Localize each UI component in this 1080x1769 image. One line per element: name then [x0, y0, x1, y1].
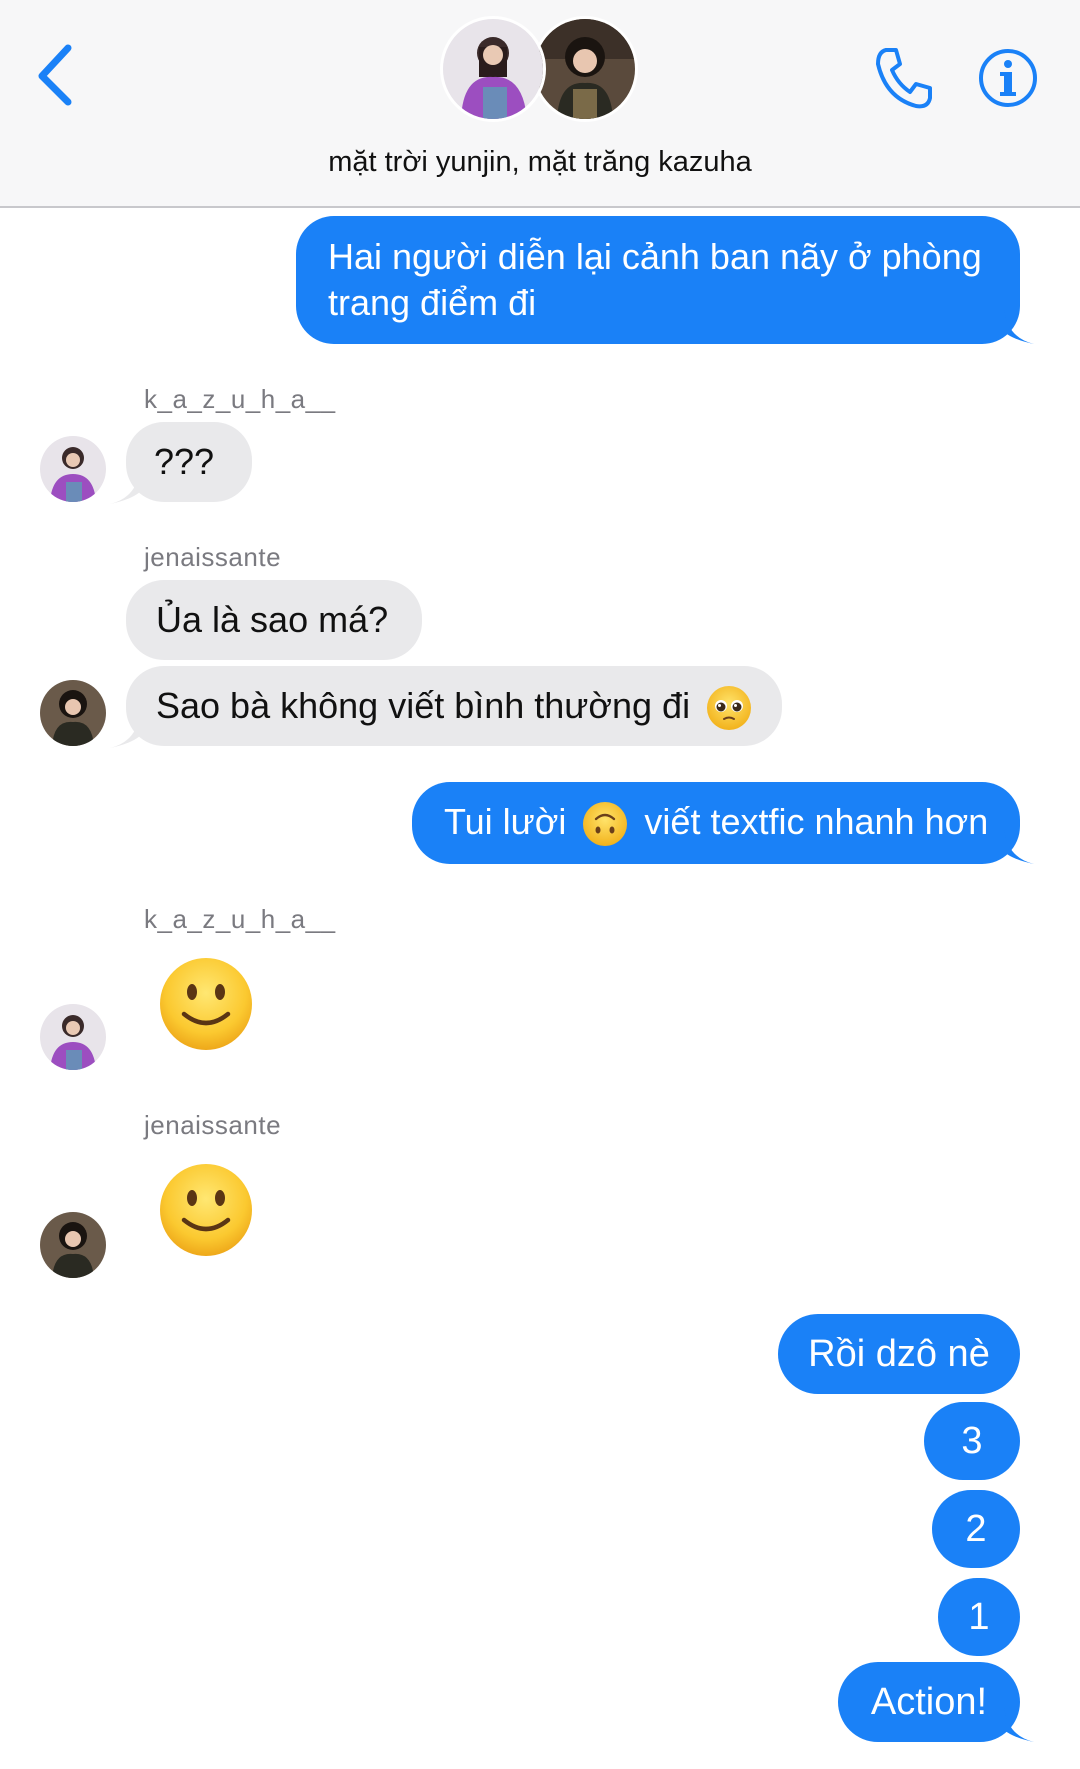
incoming-message-bubble[interactable]: Ủa là sao má? [126, 580, 422, 660]
outgoing-message-bubble[interactable]: Hai người diễn lại cảnh ban nãy ở phòng … [296, 216, 1020, 344]
message-text-line: Hai người diễn lại cảnh ban nãy ở phòng [328, 236, 982, 277]
message-text: Action! [870, 1681, 988, 1723]
phone-icon [876, 48, 932, 109]
avatar-jenaissante [532, 16, 638, 122]
bubble-tail [110, 470, 140, 504]
avatar-kazuha [440, 16, 546, 122]
outgoing-message-bubble[interactable]: 1 [938, 1578, 1020, 1656]
pleading-face-emoji-icon [707, 686, 752, 731]
info-button[interactable] [976, 46, 1040, 110]
avatar-jenaissante[interactable] [40, 1212, 106, 1278]
slightly-smiling-face-emoji-icon[interactable] [158, 1162, 254, 1258]
bubble-tail [110, 714, 140, 748]
incoming-message-bubble[interactable]: ??? [126, 422, 252, 502]
avatar-kazuha[interactable] [40, 1004, 106, 1070]
sender-name: jenaissante [144, 542, 282, 572]
avatar-jenaissante[interactable] [40, 680, 106, 746]
bubble-tail [1004, 310, 1034, 344]
upside-down-face-emoji-icon [583, 802, 628, 847]
slightly-smiling-face-emoji-icon[interactable] [158, 956, 254, 1052]
sender-name: jenaissante [144, 1110, 282, 1140]
call-button[interactable] [872, 44, 936, 114]
back-button[interactable] [32, 40, 82, 110]
bubble-tail [1004, 1708, 1034, 1742]
bubble-tail [1004, 830, 1034, 864]
message-text: Tui lười [444, 801, 567, 842]
outgoing-message-bubble[interactable]: Action! [838, 1662, 1020, 1742]
message-text-line: trang điểm đi [328, 282, 537, 323]
sender-name: k_a_z_u_h_a__ [144, 904, 336, 934]
group-avatars[interactable] [440, 16, 640, 128]
message-text: 2 [965, 1508, 987, 1550]
message-text: 1 [968, 1596, 990, 1638]
chevron-left-icon [38, 44, 72, 106]
avatar-kazuha[interactable] [40, 436, 106, 502]
conversation-title[interactable]: mặt trời yunjin, mặt trăng kazuha [0, 146, 1080, 179]
message-text: ??? [154, 441, 215, 482]
message-text: 3 [961, 1420, 983, 1462]
message-text: Sao bà không viết bình thường đi [156, 685, 691, 726]
outgoing-message-bubble[interactable]: Rồi dzô nè [778, 1314, 1020, 1394]
outgoing-message-bubble[interactable]: Tui lười viết textfic nhanh hơn [412, 782, 1020, 864]
outgoing-message-bubble[interactable]: 2 [932, 1490, 1020, 1568]
message-text: viết textfic nhanh hơn [644, 801, 989, 842]
info-icon [979, 49, 1037, 107]
outgoing-message-bubble[interactable]: 3 [924, 1402, 1020, 1480]
sender-name: k_a_z_u_h_a__ [144, 384, 336, 414]
chat-header: mặt trời yunjin, mặt trăng kazuha [0, 0, 1080, 208]
message-text: Ủa là sao má? [156, 599, 389, 640]
message-text: Rồi dzô nè [808, 1333, 990, 1375]
incoming-message-bubble[interactable]: Sao bà không viết bình thường đi [126, 666, 782, 746]
